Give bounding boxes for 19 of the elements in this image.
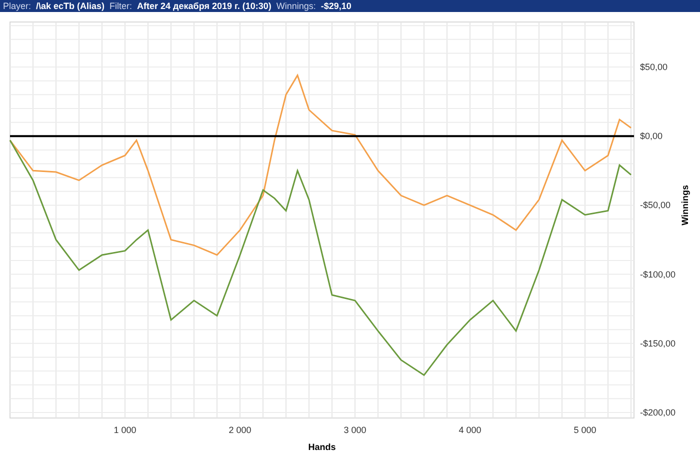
y-tick-label: -$200,00 (640, 407, 676, 418)
y-tick-label: -$150,00 (640, 338, 676, 348)
x-tick-label: 4 000 (458, 425, 482, 435)
y-tick-label: $50,00 (640, 62, 668, 72)
x-tick-label: 5 000 (574, 425, 596, 435)
header-label: Filter: (110, 2, 132, 10)
y-tick-label: $0,00 (640, 131, 663, 142)
header-value: After 24 декабря 2019 г. (10:30) (137, 2, 272, 10)
header-value: -$29,10 (320, 2, 352, 10)
y-tick-label: -$100,00 (640, 269, 676, 280)
header-label: Winnings: (276, 2, 316, 10)
y-tick-label: -$50,00 (640, 200, 671, 210)
x-tick-label: 2 000 (228, 425, 252, 435)
x-tick-label: 3 000 (344, 425, 366, 435)
y-axis-title: Winnings (680, 185, 690, 226)
header-label: Player: (3, 2, 32, 10)
header-value: /\ak ecTb (Alias) (36, 2, 105, 10)
x-tick-label: 1 000 (114, 425, 136, 435)
x-axis-title: Hands (308, 442, 336, 452)
